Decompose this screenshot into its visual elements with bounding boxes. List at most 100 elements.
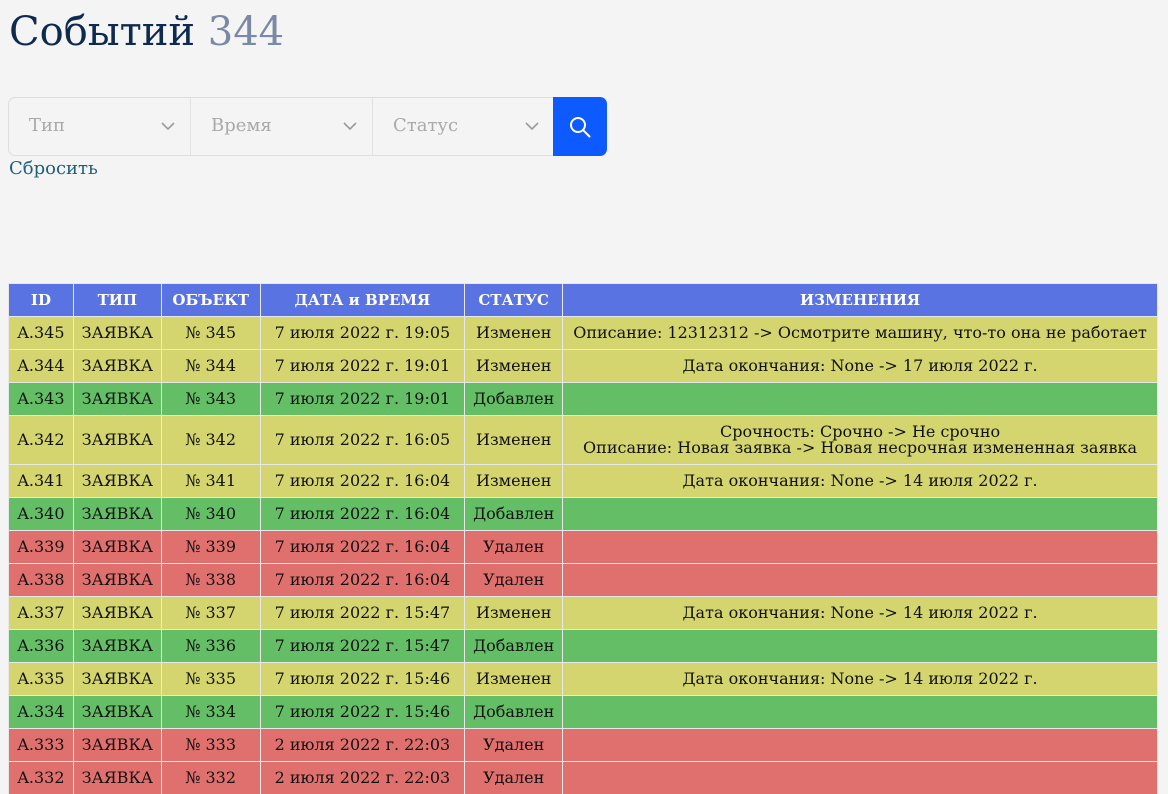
events-table: ID ТИП ОБЪЕКТ ДАТА и ВРЕМЯ СТАТУС ИЗМЕНЕ… (8, 283, 1158, 794)
search-button[interactable] (553, 97, 607, 156)
cell-status: Удален (464, 761, 564, 794)
cell-type: ЗАЯВКА (72, 629, 162, 663)
cell-id: A.345 (8, 316, 74, 350)
chevron-down-icon (525, 122, 539, 131)
table-row[interactable]: A.332 ЗАЯВКА № 332 2 июля 2022 г. 22:03 Удал… (8, 761, 1158, 794)
cell-changes (562, 530, 1158, 564)
cell-object: № 345 (160, 316, 261, 350)
change-line: Описание: Новая заявка -> Новая несрочна… (583, 438, 1138, 457)
table-row[interactable]: A.338 ЗАЯВКА № 338 7 июля 2022 г. 16:04 Удал… (8, 563, 1158, 597)
table-row[interactable]: A.343 ЗАЯВКА № 343 7 июля 2022 г. 19:01 Доба… (8, 382, 1158, 416)
change-line: Дата окончания: None -> 17 июля 2022 г. (682, 356, 1038, 375)
cell-type: ЗАЯВКА (72, 349, 162, 383)
cell-status: Изменен (464, 596, 564, 630)
cell-status: Изменен (464, 662, 564, 696)
column-header-object[interactable]: ОБЪЕКТ (160, 283, 261, 317)
cell-object: № 334 (160, 695, 261, 729)
column-header-datetime[interactable]: ДАТА и ВРЕМЯ (259, 283, 466, 317)
column-header-changes[interactable]: ИЗМЕНЕНИЯ (562, 283, 1158, 317)
cell-changes (562, 761, 1158, 794)
cell-datetime: 2 июля 2022 г. 22:03 (259, 761, 466, 794)
change-line: Описание: 12312312 -> Осмотрите машину, … (573, 323, 1147, 342)
cell-id: A.342 (8, 415, 74, 465)
filter-bar: Тип Время Статус (8, 97, 607, 156)
cell-changes: Срочность: Срочно -> Не срочно Описание: … (562, 415, 1158, 465)
table-row[interactable]: A.336 ЗАЯВКА № 336 7 июля 2022 г. 15:47 Доба… (8, 629, 1158, 663)
page: Событий 344 Тип Время Статус Сбросить ID… (0, 0, 1168, 794)
cell-datetime: 7 июля 2022 г. 15:47 (259, 629, 466, 663)
column-header-type[interactable]: ТИП (72, 283, 162, 317)
cell-object: № 336 (160, 629, 261, 663)
table-row[interactable]: A.341 ЗАЯВКА № 341 7 июля 2022 г. 16:04 Изме… (8, 464, 1158, 498)
table-row[interactable]: A.333 ЗАЯВКА № 333 2 июля 2022 г. 22:03 Удал… (8, 728, 1158, 762)
cell-datetime: 7 июля 2022 г. 16:05 (259, 415, 466, 465)
table-row[interactable]: A.339 ЗАЯВКА № 339 7 июля 2022 г. 16:04 Удал… (8, 530, 1158, 564)
status-select[interactable]: Статус (373, 98, 555, 155)
cell-changes (562, 728, 1158, 762)
table-row[interactable]: A.342 ЗАЯВКА № 342 7 июля 2022 г. 16:05 Изме… (8, 415, 1158, 465)
cell-datetime: 7 июля 2022 г. 16:04 (259, 530, 466, 564)
column-header-status[interactable]: СТАТУС (464, 283, 564, 317)
page-title-text: Событий (9, 9, 196, 55)
cell-status: Удален (464, 728, 564, 762)
cell-status: Добавлен (464, 629, 564, 663)
cell-type: ЗАЯВКА (72, 695, 162, 729)
change-line: Дата окончания: None -> 14 июля 2022 г. (682, 669, 1038, 688)
table-row[interactable]: A.335 ЗАЯВКА № 335 7 июля 2022 г. 15:46 Изме… (8, 662, 1158, 696)
cell-object: № 335 (160, 662, 261, 696)
cell-changes: Дата окончания: None -> 14 июля 2022 г. (562, 596, 1158, 630)
change-line: Дата окончания: None -> 14 июля 2022 г. (682, 603, 1038, 622)
chevron-down-icon (161, 122, 175, 131)
cell-type: ЗАЯВКА (72, 596, 162, 630)
cell-id: A.339 (8, 530, 74, 564)
cell-type: ЗАЯВКА (72, 563, 162, 597)
table-row[interactable]: A.345 ЗАЯВКА № 345 7 июля 2022 г. 19:05 Изме… (8, 316, 1158, 350)
cell-object: № 337 (160, 596, 261, 630)
cell-status: Удален (464, 530, 564, 564)
cell-id: A.343 (8, 382, 74, 416)
cell-id: A.336 (8, 629, 74, 663)
cell-status: Изменен (464, 349, 564, 383)
table-header-row: ID ТИП ОБЪЕКТ ДАТА и ВРЕМЯ СТАТУС ИЗМЕНЕ… (8, 283, 1158, 317)
page-title: Событий 344 (9, 7, 284, 57)
type-select-placeholder: Тип (29, 115, 65, 136)
table-row[interactable]: A.334 ЗАЯВКА № 334 7 июля 2022 г. 15:46 Доба… (8, 695, 1158, 729)
cell-status: Изменен (464, 415, 564, 465)
cell-type: ЗАЯВКА (72, 382, 162, 416)
type-select[interactable]: Тип (9, 98, 191, 155)
cell-changes: Дата окончания: None -> 14 июля 2022 г. (562, 662, 1158, 696)
cell-datetime: 2 июля 2022 г. 22:03 (259, 728, 466, 762)
cell-changes (562, 695, 1158, 729)
event-count: 344 (207, 9, 285, 55)
cell-changes (562, 497, 1158, 531)
cell-status: Изменен (464, 316, 564, 350)
cell-type: ЗАЯВКА (72, 761, 162, 794)
cell-datetime: 7 июля 2022 г. 16:04 (259, 464, 466, 498)
cell-status: Добавлен (464, 382, 564, 416)
cell-status: Удален (464, 563, 564, 597)
cell-object: № 344 (160, 349, 261, 383)
cell-changes: Дата окончания: None -> 17 июля 2022 г. (562, 349, 1158, 383)
cell-id: A.334 (8, 695, 74, 729)
cell-type: ЗАЯВКА (72, 728, 162, 762)
column-header-id[interactable]: ID (8, 283, 74, 317)
cell-status: Изменен (464, 464, 564, 498)
cell-id: A.344 (8, 349, 74, 383)
reset-link[interactable]: Сбросить (9, 157, 98, 181)
cell-id: A.337 (8, 596, 74, 630)
cell-object: № 342 (160, 415, 261, 465)
cell-type: ЗАЯВКА (72, 662, 162, 696)
time-select[interactable]: Время (191, 98, 373, 155)
table-row[interactable]: A.344 ЗАЯВКА № 344 7 июля 2022 г. 19:01 Изме… (8, 349, 1158, 383)
cell-status: Добавлен (464, 695, 564, 729)
change-line: Дата окончания: None -> 14 июля 2022 г. (682, 471, 1038, 490)
cell-id: A.340 (8, 497, 74, 531)
cell-object: № 333 (160, 728, 261, 762)
search-icon (570, 116, 591, 137)
table-row[interactable]: A.337 ЗАЯВКА № 337 7 июля 2022 г. 15:47 Изме… (8, 596, 1158, 630)
cell-object: № 341 (160, 464, 261, 498)
table-row[interactable]: A.340 ЗАЯВКА № 340 7 июля 2022 г. 16:04 Доба… (8, 497, 1158, 531)
cell-object: № 340 (160, 497, 261, 531)
table-body: A.345 ЗАЯВКА № 345 7 июля 2022 г. 19:05 Изме… (8, 316, 1158, 794)
cell-changes (562, 382, 1158, 416)
